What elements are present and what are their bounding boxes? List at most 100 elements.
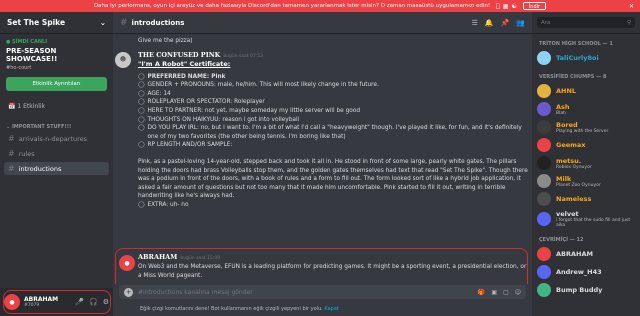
member-name: Bored: [556, 120, 578, 129]
download-button[interactable]: İndir: [522, 2, 547, 10]
role-header: VERSİFİED CHUMPS — 8: [539, 74, 607, 80]
avatar: [537, 51, 551, 65]
member-status: Roblox Oynuyor: [556, 164, 592, 170]
close-hint-link[interactable]: Kapat: [324, 306, 338, 312]
banner-text: Daha iyi performans, oyun içi arayüz ve …: [93, 3, 491, 9]
channel-title: introductions: [131, 18, 185, 27]
search-icon: ⚲: [626, 19, 631, 26]
member-name: TaliCurly8oi: [556, 54, 599, 62]
member-name: Andrew_H43: [556, 268, 602, 276]
members-icon[interactable]: 👥: [516, 19, 525, 27]
member-item[interactable]: Andrew_H43: [532, 263, 640, 281]
highlight-outline: [115, 248, 528, 284]
list-item: ◯ HERE TO PARTNER: not yet, maybe someday…: [138, 107, 361, 114]
server-name: Set The Spike: [7, 18, 66, 27]
avatar: [537, 102, 551, 116]
message: ☻ THE CONFUSED PINK bugün saat 07:53 "I'm…: [113, 51, 532, 210]
avatar: [537, 120, 551, 134]
member-name: Geemax: [556, 141, 586, 149]
sticker-icon[interactable]: ▢: [503, 289, 509, 296]
member-list: Ara ⚲ TRİTON HİGH SCHOOL — 1 TaliCurly8oi…: [532, 12, 640, 316]
os-icons:  ▦ ☯: [496, 3, 517, 10]
member-status: i forgot that the sudo fill and just aik…: [556, 218, 631, 228]
avatar: [537, 283, 551, 297]
avatar: [537, 265, 551, 279]
channel-header: # introductions ☰ 🔔 📌 👥: [113, 12, 532, 34]
member-item[interactable]: Geemax: [532, 136, 640, 154]
member-name: metsu.: [556, 156, 582, 165]
member-item[interactable]: TaliCurly8oi: [532, 49, 640, 67]
hash-icon: #: [120, 17, 128, 28]
role-header: ÇEVRİMİÇİ — 12: [539, 237, 584, 243]
list-item: ◯ GENDER + PRONOUNS: male, he/him. This w…: [138, 82, 379, 89]
search-input[interactable]: Ara ⚲: [537, 17, 635, 28]
member-status: Blah: [556, 110, 566, 116]
message-input[interactable]: #introductions kanalına mesaj gönder: [138, 289, 253, 296]
events-count[interactable]: 📅 1 Etkinlik: [8, 103, 107, 110]
member-name: velvet: [556, 210, 579, 218]
member-item[interactable]: Milk Planet Zoo Oynuyor: [532, 172, 640, 190]
avatar: [537, 247, 551, 261]
member-item[interactable]: Bored Playing with the Server: [532, 118, 640, 136]
event-title: PRE-SEASON SHOWCASE!!: [6, 47, 58, 63]
close-banner-icon[interactable]: ✕: [629, 3, 634, 10]
gif-icon[interactable]: ▣: [491, 289, 497, 296]
avatar: [537, 156, 551, 170]
avatar: [537, 84, 551, 98]
message-author[interactable]: THE CONFUSED PINK bugün saat 07:53: [138, 51, 532, 59]
message-composer[interactable]: + #introductions kanalına mesaj gönder 🎁…: [119, 285, 526, 299]
member-item[interactable]: ABRAHAM: [532, 245, 640, 263]
certificate-heading: "I'm A Robot" Certificate:: [138, 59, 231, 68]
message-text: Give me the pizza): [138, 38, 193, 44]
avatar[interactable]: ☻: [115, 51, 131, 68]
pin-icon[interactable]: 📌: [501, 19, 510, 27]
role-header: TRİTON HİGH SCHOOL — 1: [539, 41, 613, 47]
slash-command-hint: Eğik çizgi komutlarını dene! Bot kullanm…: [140, 306, 339, 312]
message-text: Pink, as a pastel-loving 14-year-old, st…: [138, 158, 528, 200]
avatar: [537, 212, 551, 226]
category-header[interactable]: ⌄ IMPORTANT STUFF!!!: [6, 124, 107, 130]
member-header: Ara ⚲: [532, 12, 640, 34]
member-item[interactable]: velvet i forgot that the sudo fill and ju…: [532, 208, 640, 230]
threads-icon[interactable]: ☰: [472, 19, 478, 27]
channel-sidebar: Set The Spike ⌄ ● ŞİMDİ CANLI PRE-SEASON…: [0, 12, 113, 316]
avatar: [537, 174, 551, 188]
member-item[interactable]: Nameless: [532, 190, 640, 208]
emoji-icon[interactable]: ☺: [515, 289, 521, 296]
member-name: ABRAHAM: [556, 250, 593, 258]
hash-icon: #: [8, 134, 15, 143]
desktop-app-banner: Daha iyi performans, oyun içi arayüz ve …: [0, 0, 640, 12]
member-status: Playing with the Server: [556, 128, 609, 134]
gift-icon[interactable]: 🎁: [478, 289, 485, 296]
event-details-button[interactable]: Etkinlik Ayrıntıları: [6, 77, 107, 91]
avatar: [537, 192, 551, 206]
highlight-outline: [3, 290, 111, 314]
member-status: Planet Zoo Oynuyor: [556, 182, 601, 188]
channel-arrivals[interactable]: # arrivals-n-departures: [4, 132, 109, 145]
message-list: Give me the pizza) ☻ THE CONFUSED PINK bu…: [113, 34, 532, 284]
channel-rules[interactable]: # rules: [4, 147, 109, 160]
list-item: ◯ RP LENGTH AND/OR SAMPLE:: [138, 142, 233, 149]
member-name: Nameless: [556, 195, 592, 203]
list-item: ◯ ROLEPLAYER OR SPECTATOR: Roleplayer: [138, 99, 265, 106]
hash-icon: #: [8, 164, 15, 173]
member-name: Milk: [556, 174, 572, 183]
event-location: #ho-court: [6, 65, 32, 71]
server-header[interactable]: Set The Spike ⌄: [0, 12, 113, 34]
member-item[interactable]: Ash Blah: [532, 100, 640, 118]
avatar: [537, 138, 551, 152]
list-item: ◯ PREFERRED NAME: Pink: [138, 73, 226, 80]
channel-introductions[interactable]: # introductions: [4, 162, 109, 175]
member-item[interactable]: metsu. Roblox Oynuyor: [532, 154, 640, 172]
member-name: Bump Buddy: [556, 286, 603, 294]
member-item[interactable]: Bump Buddy: [532, 281, 640, 299]
list-item: ◯ THOUGHTS ON HAIKYUU: reason i got into …: [138, 116, 300, 123]
member-item[interactable]: AHNL: [532, 82, 640, 100]
member-name: Ash: [556, 102, 570, 111]
windows-icon: ▦: [500, 2, 509, 10]
add-attachment-icon[interactable]: +: [124, 287, 133, 297]
bell-icon[interactable]: 🔔: [485, 19, 494, 27]
list-item: ◯ AGE: 14: [138, 90, 171, 97]
chat-area: # introductions ☰ 🔔 📌 👥 Give me the pizz…: [113, 12, 532, 316]
apple-icon: : [496, 3, 500, 10]
